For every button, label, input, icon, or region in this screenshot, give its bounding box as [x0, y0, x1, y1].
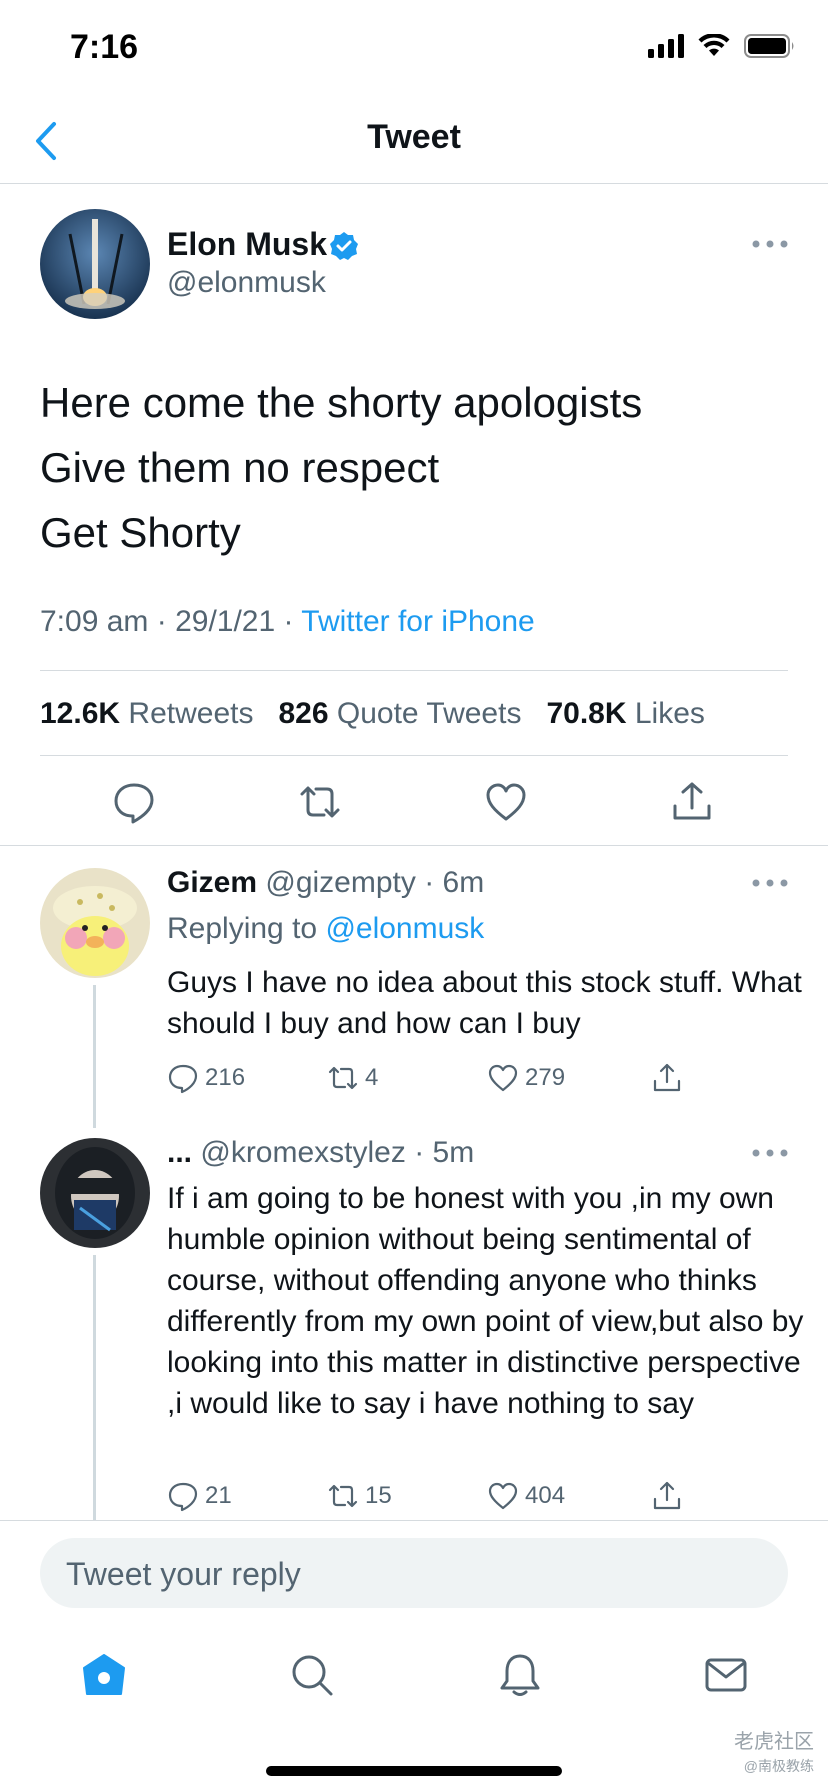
- reply-share-button[interactable]: [651, 1480, 683, 1512]
- share-icon: [653, 1063, 681, 1092]
- status-time: 7:16: [70, 28, 139, 66]
- reply-count: 216: [205, 1064, 246, 1091]
- verified-badge-icon: [330, 232, 358, 260]
- tweet-line: Give them no respect: [40, 444, 440, 491]
- reply-icon[interactable]: [112, 780, 156, 824]
- reply-text: If i am going to be honest with you ,in …: [167, 1182, 804, 1420]
- reply-time: 5m: [432, 1136, 475, 1169]
- home-indicator[interactable]: [266, 1766, 562, 1776]
- reply-retweet-button[interactable]: 4: [327, 1062, 378, 1094]
- stats-divider-bottom: [40, 755, 788, 756]
- header-divider: [0, 183, 828, 184]
- reply-share-button[interactable]: [651, 1062, 683, 1094]
- tweet-stats: 12.6K Retweets 826 Quote Tweets 70.8K Li…: [40, 697, 705, 731]
- home-icon[interactable]: [81, 1652, 127, 1698]
- author-name[interactable]: Elon Musk: [167, 226, 327, 263]
- search-icon[interactable]: [289, 1652, 335, 1698]
- reply-reply-button[interactable]: 216: [167, 1062, 245, 1094]
- tweet-reply-placeholder: Tweet your reply: [66, 1556, 301, 1592]
- reply-icon: [168, 1482, 198, 1512]
- watermark-line: @南极教练: [743, 1758, 814, 1774]
- tweet-time: 7:09 am: [40, 605, 149, 638]
- like-icon[interactable]: [484, 780, 528, 824]
- wifi-icon: [698, 34, 730, 56]
- like-count: 404: [525, 1482, 566, 1509]
- likes-label: Likes: [634, 697, 705, 730]
- reply-icon: [168, 1064, 198, 1094]
- quotes-stat[interactable]: 826 Quote Tweets: [278, 697, 521, 730]
- reply-retweet-button[interactable]: 15: [327, 1480, 392, 1512]
- reply-time: 6m: [442, 866, 485, 899]
- tweet-line: Here come the shorty apologists: [40, 379, 643, 426]
- reply-author-name[interactable]: Gizem: [167, 866, 257, 899]
- retweet-count: 15: [365, 1482, 392, 1509]
- replying-to-prefix: Replying to: [167, 912, 318, 945]
- reply-header: Gizem @gizempty · 6m: [167, 866, 485, 899]
- like-icon: [488, 1482, 518, 1510]
- tweet-line: Get Shorty: [40, 509, 241, 556]
- cellular-signal-icon: [648, 34, 684, 58]
- retweet-icon: [328, 1066, 358, 1090]
- page-title: Tweet: [367, 118, 461, 156]
- retweet-icon[interactable]: [298, 780, 342, 824]
- retweets-label: Retweets: [128, 697, 254, 730]
- notifications-icon[interactable]: [497, 1652, 543, 1698]
- replying-to-link[interactable]: @elonmusk: [325, 912, 484, 945]
- stats-divider-top: [40, 670, 788, 671]
- likes-count: 70.8K: [546, 697, 627, 730]
- share-icon: [653, 1481, 681, 1510]
- quotes-label: Quote Tweets: [336, 697, 522, 730]
- reply-count: 21: [205, 1482, 232, 1509]
- quotes-count: 826: [278, 697, 329, 730]
- reply-more-options-icon[interactable]: [750, 1147, 790, 1159]
- replying-to: Replying to @elonmusk: [167, 912, 484, 946]
- tweet-timestamp: 7:09 am · 29/1/21 · Twitter for iPhone: [40, 605, 535, 638]
- more-options-icon[interactable]: [750, 238, 790, 250]
- reply-author-name[interactable]: ...: [167, 1136, 192, 1169]
- reply-more-options-icon[interactable]: [750, 877, 790, 889]
- reply-header: ... @kromexstylez · 5m: [167, 1136, 475, 1169]
- thread-line: [93, 1255, 96, 1520]
- tweet-source-link[interactable]: Twitter for iPhone: [301, 605, 534, 638]
- reply-avatar[interactable]: [40, 1138, 150, 1248]
- reply-reply-button[interactable]: 21: [167, 1480, 232, 1512]
- reply-author-handle[interactable]: @kromexstylez: [200, 1136, 406, 1169]
- like-icon: [488, 1064, 518, 1092]
- status-icons: [648, 34, 796, 58]
- like-count: 279: [525, 1064, 566, 1091]
- retweet-count: 4: [365, 1064, 379, 1091]
- reply-text: Guys I have no idea about this stock stu…: [167, 966, 802, 1040]
- author-avatar[interactable]: [40, 209, 150, 319]
- battery-icon: [744, 34, 794, 58]
- reply-like-button[interactable]: 279: [487, 1062, 565, 1094]
- section-divider: [0, 845, 828, 846]
- messages-icon[interactable]: [703, 1652, 749, 1698]
- retweet-icon: [328, 1484, 358, 1508]
- reply-avatar[interactable]: [40, 868, 150, 978]
- author-handle[interactable]: @elonmusk: [167, 266, 326, 300]
- tweet-date: 29/1/21: [175, 605, 276, 638]
- watermark: 老虎社区 @南极教练: [734, 1730, 814, 1778]
- retweets-stat[interactable]: 12.6K Retweets: [40, 697, 253, 730]
- retweets-count: 12.6K: [40, 697, 121, 730]
- tweet-text: Here come the shorty apologists Give the…: [40, 370, 642, 565]
- reply-like-button[interactable]: 404: [487, 1480, 565, 1512]
- watermark-line: 老虎社区: [734, 1731, 814, 1753]
- reply-author-handle[interactable]: @gizempty: [265, 866, 416, 899]
- share-icon[interactable]: [670, 780, 714, 824]
- reply-bar-divider: [0, 1520, 828, 1521]
- likes-stat[interactable]: 70.8K Likes: [546, 697, 704, 730]
- thread-line: [93, 985, 96, 1128]
